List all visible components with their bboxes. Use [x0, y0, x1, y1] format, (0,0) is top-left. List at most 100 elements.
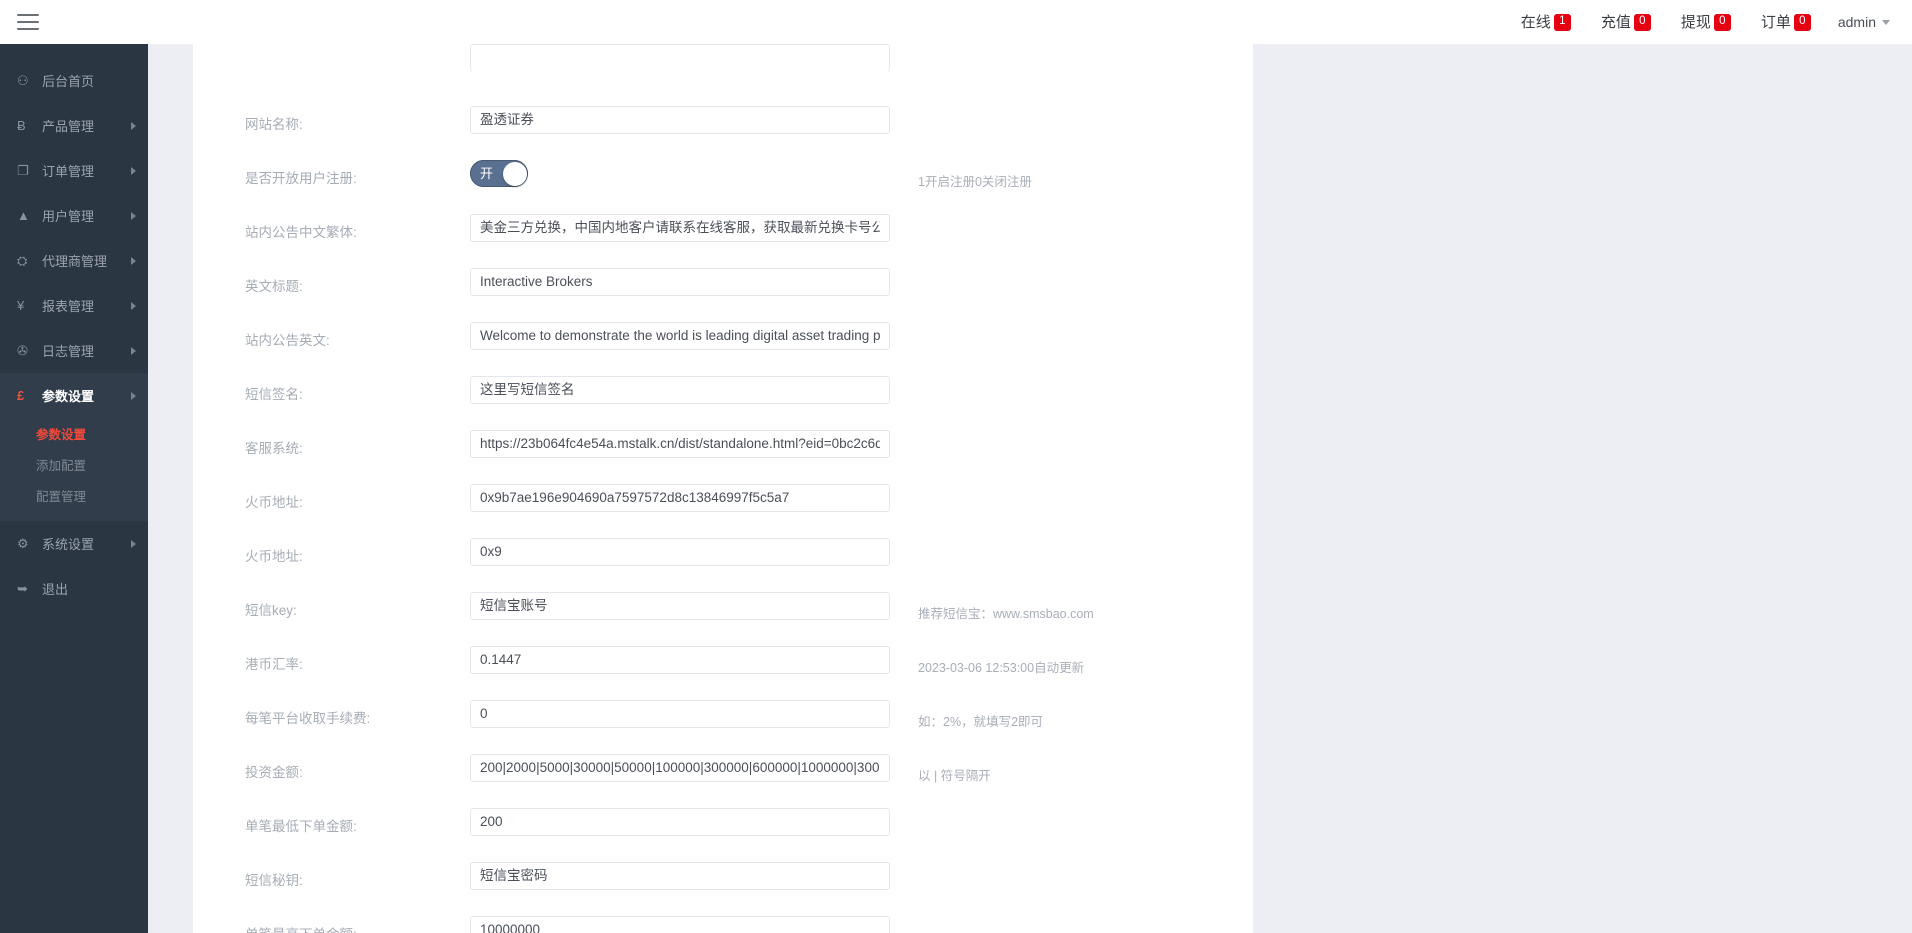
form-label: 火币地址: — [245, 549, 303, 564]
chevron-right-icon — [131, 166, 136, 175]
form-help-text — [890, 862, 1253, 873]
stat-online-badge: 1 — [1553, 13, 1571, 31]
form-help-text — [890, 484, 1253, 495]
form-input[interactable] — [470, 646, 890, 674]
stat-withdraw[interactable]: 提现 0 — [1671, 8, 1741, 37]
form-row: 每笔平台收取手续费: 如：2%，就填写2即可 — [193, 700, 1253, 740]
stat-orders[interactable]: 订单 0 — [1751, 8, 1821, 37]
registration-toggle[interactable]: 开 — [470, 160, 528, 187]
form-field — [470, 700, 890, 728]
form-input[interactable] — [470, 592, 890, 620]
settings-form: 网站名称: 是否开放用户注册: 开 1开启注册0关闭注册站内公告中文繁体: 英文标题: 站… — [193, 44, 1253, 933]
cogs-icon: ⚙ — [17, 535, 29, 551]
form-input[interactable] — [470, 808, 890, 836]
form-field-clipped — [470, 44, 890, 72]
hamburger-icon[interactable] — [0, 0, 56, 44]
sidebar-submenu-params: 参数设置 添加配置 配置管理 — [0, 418, 148, 521]
stat-recharge-label: 充值 — [1600, 13, 1631, 31]
registration-toggle-label: 开 — [480, 166, 494, 181]
form-field — [470, 538, 890, 566]
form-help-text: 2023-03-06 12:53:00自动更新 — [918, 661, 1085, 675]
form-input[interactable] — [470, 754, 890, 782]
form-help-text — [890, 376, 1253, 387]
form-row: 短信key: 推荐短信宝：www.smsbao.com — [193, 592, 1253, 632]
form-field — [470, 106, 890, 134]
form-field — [470, 646, 890, 674]
sidebar-item-agents[interactable]: ⛭ 代理商管理 — [0, 238, 148, 283]
stat-recharge[interactable]: 充值 0 — [1591, 8, 1661, 37]
sidebar-item-params[interactable]: £ 参数设置 — [0, 373, 148, 418]
sidebar-item-orders[interactable]: ❐ 订单管理 — [0, 148, 148, 193]
chevron-right-icon — [131, 346, 136, 355]
stat-orders-badge: 0 — [1793, 13, 1811, 31]
sidebar-sublabel-config-manage: 配置管理 — [36, 490, 87, 504]
clipped-input[interactable] — [470, 44, 890, 72]
chevron-right-icon — [131, 211, 136, 220]
form-label-clipped — [193, 44, 470, 55]
form-row: 投资金额: 以 | 符号隔开 — [193, 754, 1253, 794]
chevron-right-icon — [131, 539, 136, 548]
pound-icon: £ — [17, 388, 25, 403]
stat-withdraw-label: 提现 — [1680, 13, 1711, 31]
form-input[interactable] — [470, 214, 890, 242]
form-row: 是否开放用户注册: 开 1开启注册0关闭注册 — [193, 160, 1253, 200]
sidebar-item-users[interactable]: ▲ 用户管理 — [0, 193, 148, 238]
form-top-gap — [193, 98, 1253, 106]
chevron-right-icon — [131, 301, 136, 310]
form-label: 港币汇率: — [245, 657, 303, 672]
sidebar-subitem-add-config[interactable]: 添加配置 — [0, 449, 148, 480]
sidebar-item-logout[interactable]: ➥ 退出 — [0, 566, 148, 611]
form-help-text — [890, 916, 1253, 927]
form-help-text — [890, 430, 1253, 441]
form-input[interactable] — [470, 862, 890, 890]
form-input[interactable] — [470, 538, 890, 566]
sidebar-sublabel-add-config: 添加配置 — [36, 459, 87, 473]
dashboard-icon: ⚇ — [17, 72, 29, 88]
form-input[interactable] — [470, 700, 890, 728]
form-field: 开 — [470, 160, 890, 187]
form-help-text — [890, 106, 1253, 117]
stat-online[interactable]: 在线 1 — [1511, 8, 1581, 37]
stat-online-label: 在线 — [1520, 13, 1551, 31]
form-input[interactable] — [470, 106, 890, 134]
sidebar-label-orders: 订单管理 — [42, 164, 95, 179]
sidebar-item-logs[interactable]: ✇ 日志管理 — [0, 328, 148, 373]
form-row: 火币地址: — [193, 538, 1253, 578]
yen-icon: ¥ — [17, 298, 25, 313]
form-help-text — [890, 214, 1253, 225]
form-help-text: 1开启注册0关闭注册 — [918, 175, 1032, 189]
form-label: 短信key: — [245, 603, 297, 618]
form-label: 单笔最高下单金额: — [193, 916, 470, 933]
stat-withdraw-badge: 0 — [1713, 13, 1731, 31]
form-field — [470, 754, 890, 782]
form-input[interactable] — [470, 322, 890, 350]
sitemap-icon: ⛭ — [17, 252, 28, 268]
sidebar-item-dashboard[interactable]: ⚇ 后台首页 — [0, 58, 148, 103]
form-input[interactable] — [470, 916, 890, 933]
sidebar-subitem-param-settings[interactable]: 参数设置 — [0, 418, 148, 449]
content-area: 网站名称: 是否开放用户注册: 开 1开启注册0关闭注册站内公告中文繁体: 英文标题: 站… — [148, 44, 1912, 933]
form-label: 站内公告英文: — [245, 333, 330, 348]
sidebar-subitem-config-manage[interactable]: 配置管理 — [0, 480, 148, 511]
chevron-down-icon — [1882, 19, 1890, 25]
sidebar-item-products[interactable]: Ƀ 产品管理 — [0, 103, 148, 148]
form-field — [470, 916, 890, 933]
admin-panel: 在线 1 充值 0 提现 0 订单 0 admin ⚇ 后台首页 Ƀ 产品管理 … — [0, 0, 1912, 933]
form-input[interactable] — [470, 484, 890, 512]
topbar-actions: 在线 1 充值 0 提现 0 订单 0 admin — [1506, 8, 1912, 37]
stat-orders-label: 订单 — [1760, 13, 1791, 31]
form-field — [470, 484, 890, 512]
admin-menu[interactable]: admin — [1826, 8, 1894, 36]
sidebar: ⚇ 后台首页 Ƀ 产品管理 ❐ 订单管理 ▲ 用户管理 ⛭ 代理商管理 ¥ 报表… — [0, 44, 148, 933]
form-help-text — [890, 322, 1253, 333]
form-input[interactable] — [470, 268, 890, 296]
form-help-text — [890, 268, 1253, 279]
form-input[interactable] — [470, 430, 890, 458]
chevron-right-icon — [131, 391, 136, 400]
form-field — [470, 430, 890, 458]
sidebar-item-system[interactable]: ⚙ 系统设置 — [0, 521, 148, 566]
toggle-knob — [502, 161, 527, 186]
sidebar-item-reports[interactable]: ¥ 报表管理 — [0, 283, 148, 328]
form-label: 短信签名: — [245, 387, 303, 402]
form-input[interactable] — [470, 376, 890, 404]
